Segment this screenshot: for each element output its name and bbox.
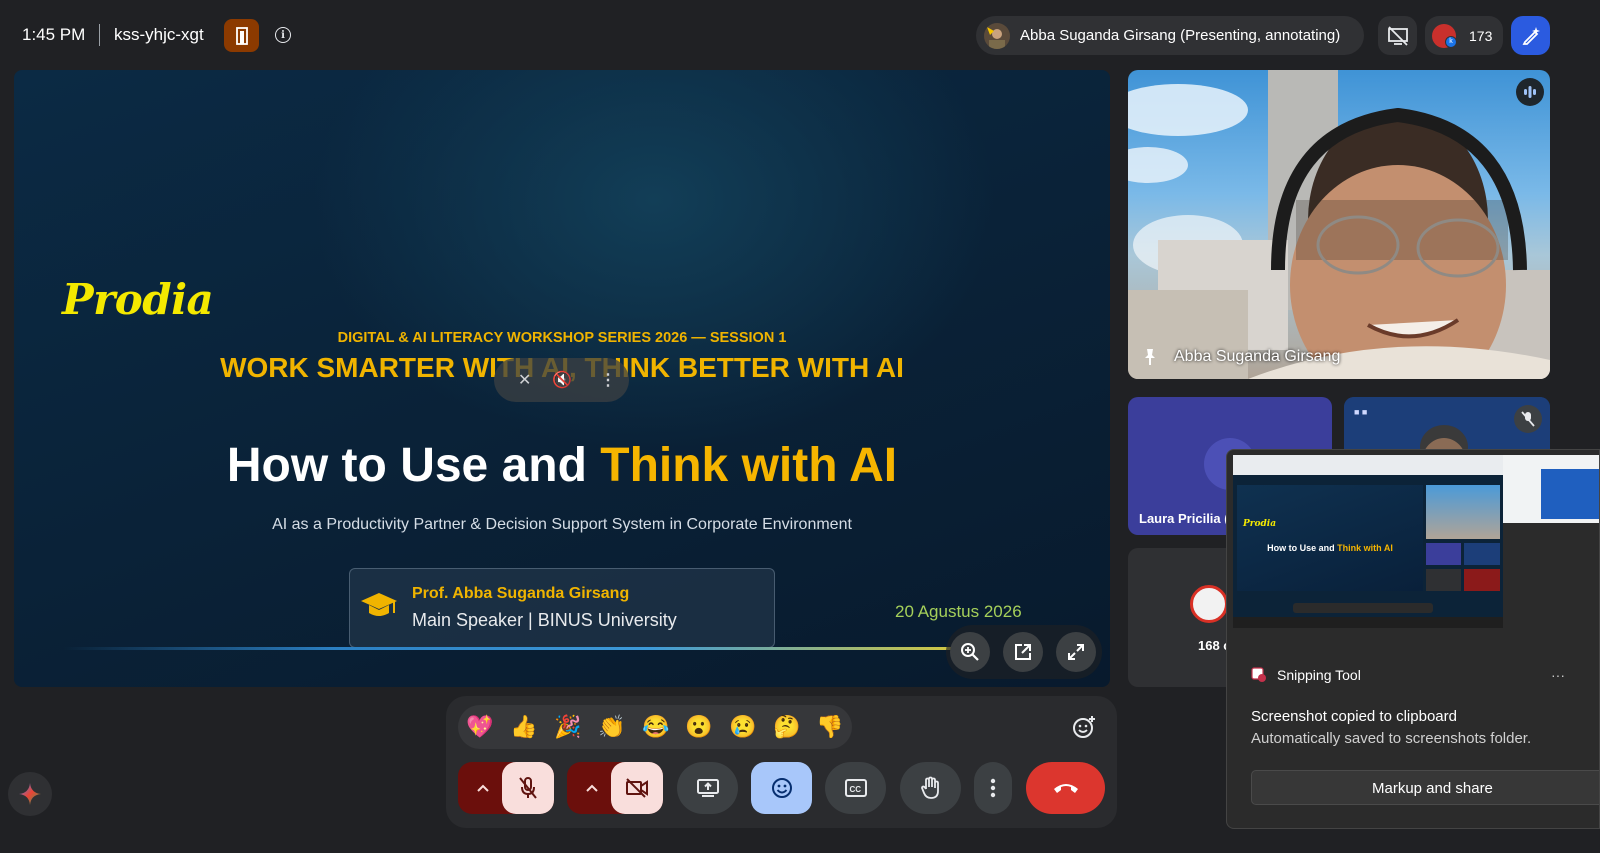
background-window-thumbnail bbox=[1503, 455, 1599, 523]
screenshot-thumbnail[interactable]: Prodia How to Use and Think with AI bbox=[1233, 455, 1503, 628]
reaction-clapping-hands[interactable]: 👏 bbox=[597, 713, 627, 741]
presenter-avatar bbox=[984, 23, 1010, 49]
leave-call-button[interactable] bbox=[1026, 762, 1105, 814]
more-options-button[interactable] bbox=[974, 762, 1012, 814]
gemini-sparkle-icon bbox=[19, 783, 41, 805]
raise-hand-button[interactable] bbox=[900, 762, 961, 814]
presentation-tile[interactable]: Prodia DIGITAL & AI LITERACY WORKSHOP SE… bbox=[14, 70, 1110, 687]
slide-series-label: DIGITAL & AI LITERACY WORKSHOP SERIES 20… bbox=[337, 330, 787, 346]
speaking-indicator-icon bbox=[1516, 78, 1544, 106]
slide-title: How to Use and Think with AI bbox=[14, 438, 1110, 493]
reaction-surprised[interactable]: 😮 bbox=[684, 713, 714, 741]
participant-name: Abba Suganda Girsang bbox=[1174, 348, 1341, 365]
slide-date: 20 Agustus 2026 bbox=[895, 602, 1022, 621]
hand-icon bbox=[920, 776, 939, 799]
svg-text:CC: CC bbox=[849, 785, 861, 794]
svg-text:■ ■: ■ ■ bbox=[1354, 407, 1367, 417]
avatar bbox=[1190, 585, 1228, 623]
app-name: Snipping Tool bbox=[1277, 667, 1361, 683]
prodia-logo: Prodia bbox=[62, 275, 214, 324]
pin-icon bbox=[1142, 348, 1158, 371]
slide-title-part1: How to Use and bbox=[226, 439, 601, 492]
presenter-chip[interactable]: Abba Suganda Girsang (Presenting, annota… bbox=[976, 16, 1364, 55]
tile-hover-controls: ✕ 🔇 ⋮ bbox=[494, 358, 629, 402]
chevron-up-icon bbox=[477, 784, 489, 792]
gemini-notes-button[interactable] bbox=[1511, 16, 1550, 55]
participant-name: Laura Pricilia (Y bbox=[1139, 511, 1238, 526]
reaction-thumbs-up[interactable]: 👍 bbox=[509, 713, 539, 741]
mic-off-icon bbox=[1514, 405, 1542, 433]
slide-subtitle: AI as a Productivity Partner & Decision … bbox=[272, 516, 852, 533]
presenter-label: Abba Suganda Girsang (Presenting, annota… bbox=[1020, 27, 1341, 44]
fullscreen-button[interactable] bbox=[1056, 632, 1096, 672]
mute-tile-icon[interactable]: 🔇 bbox=[552, 370, 572, 390]
reactions-button[interactable] bbox=[751, 762, 812, 814]
snipping-tool-notification[interactable]: Prodia How to Use and Think with AI Snip… bbox=[1226, 449, 1600, 829]
notification-heading: Screenshot copied to clipboard bbox=[1251, 708, 1457, 725]
mic-off-icon bbox=[519, 777, 537, 799]
speaker-role: Main Speaker | BINUS University bbox=[412, 610, 677, 630]
divider bbox=[99, 24, 100, 46]
zoom-in-button[interactable] bbox=[950, 632, 990, 672]
unpin-icon[interactable]: ✕ bbox=[518, 370, 531, 390]
reaction-crying[interactable]: 😢 bbox=[728, 713, 758, 741]
notification-detail: Automatically saved to screenshots folde… bbox=[1251, 730, 1532, 747]
present-screen-icon bbox=[696, 779, 719, 797]
reaction-party-popper[interactable]: 🎉 bbox=[553, 713, 583, 741]
chevron-up-icon bbox=[586, 784, 598, 792]
presentation-off-icon bbox=[1387, 25, 1408, 46]
slide-title-highlight: Think with AI bbox=[600, 439, 898, 492]
camera-toggle-button[interactable] bbox=[611, 762, 663, 814]
presenter-video bbox=[1128, 70, 1550, 379]
hang-up-icon bbox=[1053, 784, 1078, 793]
stop-presentation-button[interactable] bbox=[1378, 16, 1417, 55]
captions-button[interactable]: CC bbox=[825, 762, 886, 814]
slide-divider-line bbox=[64, 647, 964, 650]
mic-toggle-button[interactable] bbox=[502, 762, 554, 814]
reaction-thumbs-down[interactable]: 👎 bbox=[815, 713, 845, 741]
more-options-button[interactable]: ··· bbox=[1551, 667, 1565, 683]
participant-tile-presenter[interactable]: Abba Suganda Girsang bbox=[1128, 70, 1550, 379]
zoom-icon bbox=[961, 643, 979, 661]
reaction-sparkling-heart[interactable]: 💖 bbox=[465, 713, 495, 741]
present-button[interactable] bbox=[677, 762, 738, 814]
meeting-code: kss-yhjc-xgt bbox=[114, 25, 204, 44]
gemini-sparkle-button[interactable] bbox=[8, 772, 52, 816]
graduation-cap-icon bbox=[359, 589, 399, 628]
add-reaction-icon[interactable] bbox=[1068, 711, 1100, 743]
speaker-card: Prof. Abba Suganda Girsang Main Speaker … bbox=[349, 568, 775, 648]
top-bar: 1:45 PM kss-yhjc-xgt i Abba Suganda Girs… bbox=[0, 0, 1600, 70]
door-icon[interactable] bbox=[224, 19, 259, 52]
thumb-title: How to Use and Think with AI bbox=[1267, 543, 1393, 553]
participant-avatar-small: k bbox=[1445, 36, 1457, 48]
emoji-icon bbox=[771, 778, 792, 798]
button-label: Markup and share bbox=[1372, 780, 1493, 797]
people-button[interactable]: k 173 bbox=[1425, 16, 1503, 55]
more-vert-icon bbox=[990, 778, 996, 798]
closed-captions-icon: CC bbox=[844, 779, 867, 797]
markup-and-share-button[interactable]: Markup and share bbox=[1251, 770, 1599, 805]
speaker-name: Prof. Abba Suganda Girsang bbox=[412, 585, 630, 602]
pencil-sparkle-icon bbox=[1522, 26, 1540, 45]
reaction-tears-of-joy[interactable]: 😂 bbox=[641, 713, 671, 741]
reaction-thinking[interactable]: 🤔 bbox=[772, 713, 802, 741]
clock: 1:45 PM bbox=[22, 25, 86, 44]
snipping-tool-icon bbox=[1251, 667, 1267, 683]
people-count: 173 bbox=[1469, 28, 1493, 44]
expand-icon bbox=[1068, 644, 1084, 660]
open-in-new-icon bbox=[1015, 644, 1031, 660]
info-icon[interactable]: i bbox=[275, 27, 291, 43]
pop-out-button[interactable] bbox=[1003, 632, 1043, 672]
more-vert-icon[interactable]: ⋮ bbox=[600, 370, 616, 390]
thumb-logo: Prodia bbox=[1243, 519, 1277, 529]
camera-off-icon bbox=[626, 778, 648, 798]
presentation-controls bbox=[946, 625, 1102, 679]
